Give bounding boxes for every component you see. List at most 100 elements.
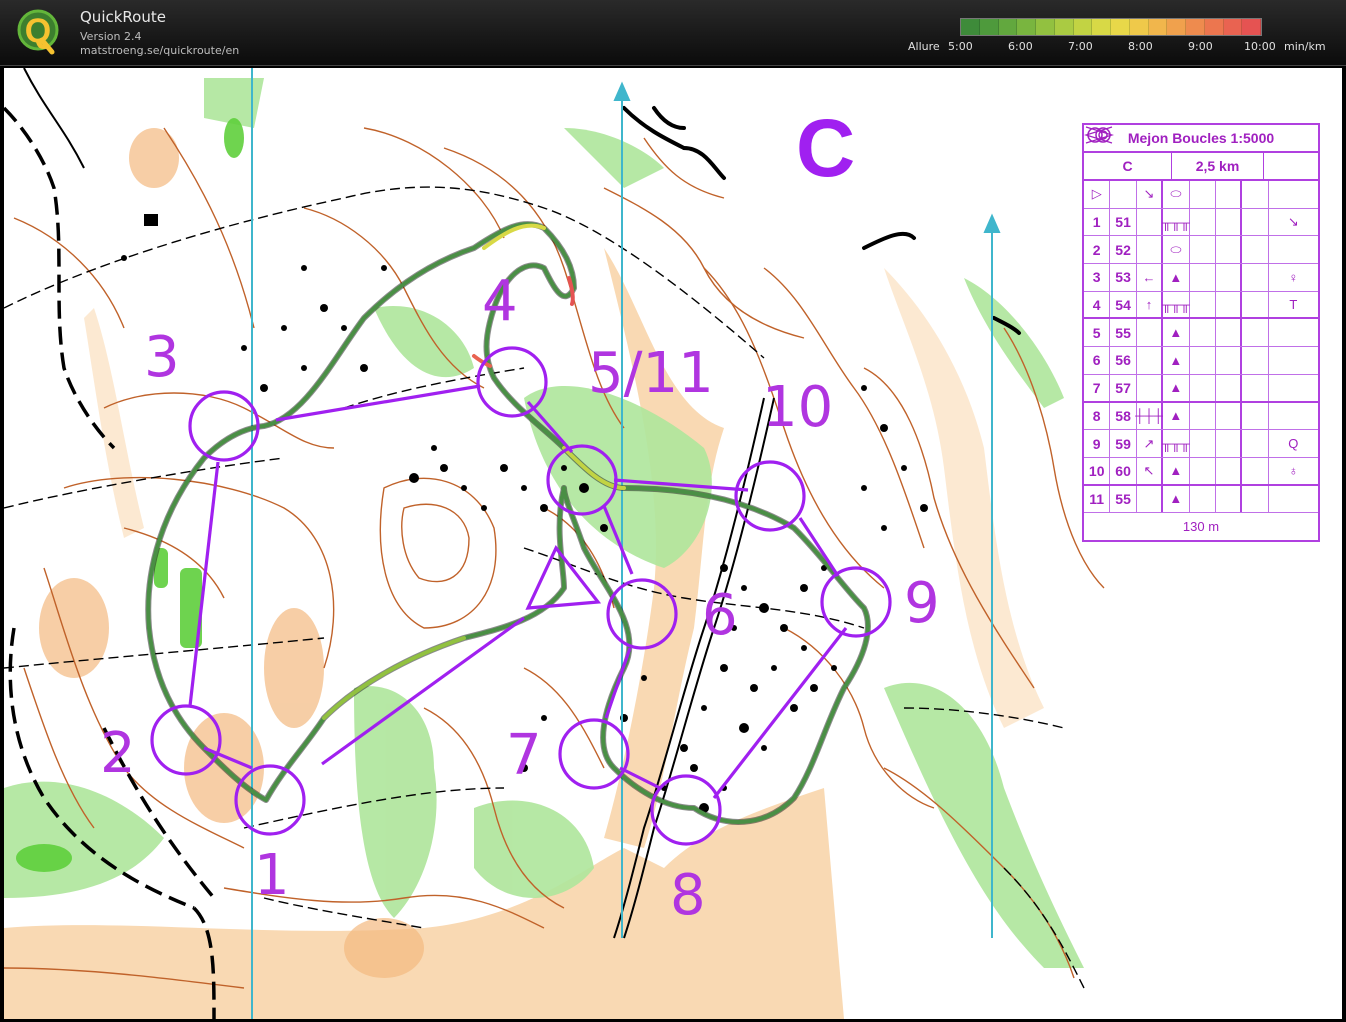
finish-distance: 130 m — [1182, 519, 1220, 535]
pace-scale-cell — [979, 19, 999, 35]
desc-symbol-cell — [1269, 403, 1318, 430]
desc-symbol-cell: ↗ — [1137, 430, 1164, 457]
control-code: 58 — [1110, 402, 1137, 430]
app-version: Version 2.4 — [80, 30, 142, 43]
course-length: 2,5 km — [1172, 153, 1264, 179]
pace-scale-cell — [1242, 19, 1261, 35]
pace-scale-cell — [1017, 19, 1036, 35]
desc-symbol-cell — [1216, 319, 1243, 347]
app-title: QuickRoute — [80, 8, 166, 26]
control-number: 1 — [254, 843, 290, 908]
desc-symbol-cell: ↘ — [1287, 214, 1299, 230]
description-row: 4 54 ↑ ╥╥╥ T — [1084, 291, 1318, 320]
control-code: 56 — [1110, 347, 1137, 374]
desc-symbol-cell — [1242, 457, 1269, 484]
desc-symbol-cell — [1137, 374, 1164, 401]
control-number: 4 — [482, 269, 518, 334]
desc-symbol-cell — [1216, 457, 1243, 484]
orienteering-map[interactable]: C 1 2 3 4 5/11 6 7 8 9 10 Mejon Boucles … — [4, 68, 1342, 1019]
desc-symbol-cell — [1190, 374, 1216, 401]
desc-cell — [1190, 181, 1216, 208]
desc-symbol-cell — [1242, 347, 1269, 374]
desc-symbol-cell — [1216, 264, 1243, 291]
control-code: 60 — [1110, 457, 1137, 484]
finish-row: 130 m — [1084, 126, 1318, 540]
desc-symbol-cell — [1269, 236, 1318, 263]
course-leg — [275, 384, 481, 422]
direction-arrow-icon: ↘ — [1137, 181, 1164, 208]
desc-symbol-cell — [1242, 319, 1269, 347]
desc-symbol-cell — [1190, 236, 1216, 264]
course-letter: C — [796, 103, 856, 194]
pace-scale-cell — [1036, 19, 1055, 35]
desc-symbol-cell: ▲ — [1163, 319, 1190, 347]
course-info-row: C 2,5 km — [1084, 153, 1318, 181]
pace-scale-cell — [1186, 19, 1205, 35]
description-row: 9 59 ↗ ╥╥╥ Q — [1084, 430, 1318, 458]
desc-symbol-cell: ↑ — [1137, 291, 1164, 318]
desc-cell — [1216, 181, 1243, 208]
app-url[interactable]: matstroeng.se/quickroute/en — [80, 44, 239, 57]
desc-cell — [1110, 181, 1137, 208]
desc-symbol-cell — [1190, 208, 1216, 236]
course-name: C — [1084, 153, 1172, 179]
desc-symbol-cell — [1216, 291, 1243, 318]
desc-symbol-cell — [1242, 485, 1269, 513]
desc-symbol-cell: ╥╥╥ — [1162, 291, 1190, 318]
pace-scale-cell — [1092, 19, 1111, 35]
start-symbol-icon: ▷ — [1084, 181, 1111, 208]
desc-symbol-cell — [1190, 485, 1216, 513]
building — [144, 214, 158, 226]
pace-tick: 5:00 — [948, 40, 973, 53]
desc-symbol-cell — [1137, 236, 1164, 264]
pace-scale-cell — [1111, 19, 1130, 35]
desc-symbol-cell — [1242, 402, 1269, 430]
desc-symbol-cell: ╥╥╥ — [1162, 208, 1190, 236]
control-code: 51 — [1110, 208, 1137, 236]
course-climb — [1264, 153, 1318, 179]
control-seq-number: 6 — [1084, 347, 1111, 374]
control-code: 55 — [1110, 485, 1137, 513]
pace-scale-cell — [998, 19, 1018, 35]
control-seq-number: 1 — [1084, 208, 1111, 236]
pace-tick: 9:00 — [1188, 40, 1213, 53]
control-number: 8 — [670, 863, 706, 928]
desc-symbol-cell — [1190, 430, 1216, 457]
desc-symbol-cell — [1216, 485, 1243, 513]
event-title: Mejon Boucles 1:5000 — [1084, 125, 1318, 153]
desc-symbol-cell: ╥╥╥ — [1162, 430, 1190, 457]
desc-symbol-cell — [1216, 208, 1243, 236]
pace-scale-cell — [1129, 19, 1149, 35]
desc-symbol-cell — [1190, 347, 1216, 374]
pace-tick: 10:00 — [1244, 40, 1276, 53]
desc-symbol-cell: ♀ — [1288, 269, 1299, 285]
desc-symbol-cell: ▲ — [1163, 402, 1190, 430]
description-row: 5 55 ▲ — [1084, 319, 1318, 348]
desc-symbol-cell — [1190, 402, 1216, 430]
desc-symbol-cell — [1216, 347, 1243, 374]
control-circle-10 — [734, 460, 806, 532]
desc-symbol-cell — [1216, 430, 1243, 457]
desc-symbol-cell — [1269, 347, 1318, 374]
desc-symbol-cell — [1190, 291, 1216, 318]
description-row: 3 53 ← ▲ ♀ — [1084, 264, 1318, 292]
desc-symbol-cell: ┼┼┼ — [1135, 402, 1164, 430]
desc-symbol-cell — [1137, 485, 1164, 513]
pace-scale-cell — [1223, 19, 1243, 35]
desc-symbol-cell — [1137, 347, 1164, 374]
control-number: 7 — [506, 723, 542, 788]
desc-symbol-cell: ▲ — [1163, 347, 1190, 374]
desc-symbol-cell — [1216, 236, 1243, 264]
desc-symbol-cell: ↖ — [1137, 457, 1164, 484]
description-row: 7 57 ▲ — [1084, 374, 1318, 403]
description-row: 11 55 ▲ — [1084, 485, 1318, 514]
desc-symbol-cell: ▲ — [1163, 485, 1190, 513]
pace-scale-cell — [1148, 19, 1168, 35]
desc-symbol-cell: ▲ — [1163, 264, 1190, 291]
control-number: 3 — [144, 325, 180, 390]
pace-tick: 8:00 — [1128, 40, 1153, 53]
desc-symbol-cell — [1269, 486, 1318, 513]
desc-symbol-cell: ♁ — [1288, 463, 1299, 479]
desc-symbol-cell — [1242, 236, 1269, 264]
control-code: 55 — [1110, 319, 1137, 347]
